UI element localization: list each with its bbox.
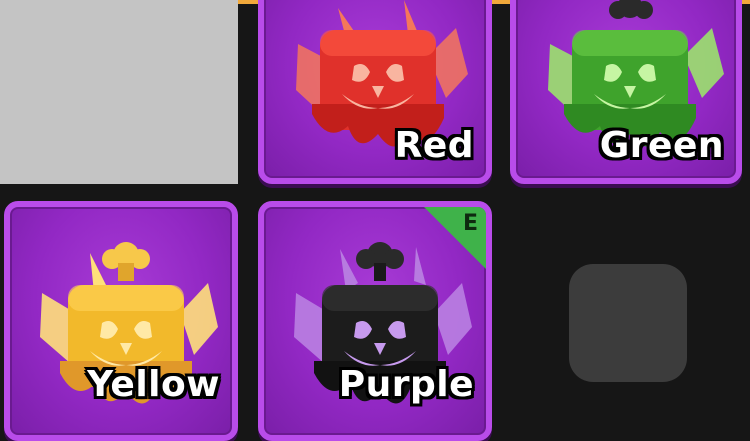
fruit-label: Purple <box>338 364 474 405</box>
empty-slot[interactable] <box>569 264 687 382</box>
fruit-label: Green <box>599 125 724 166</box>
image-placeholder <box>0 0 238 184</box>
fruit-slot-yellow[interactable]: Yellow <box>4 201 238 441</box>
fruit-label: Yellow <box>87 364 220 405</box>
fruit-slot-red[interactable]: Red <box>258 0 492 184</box>
fruit-label: Red <box>394 125 474 166</box>
fruit-slot-purple[interactable]: E Purple <box>258 201 492 441</box>
equipped-badge-letter: E <box>462 211 478 236</box>
fruit-slot-green[interactable]: Green <box>510 0 742 184</box>
